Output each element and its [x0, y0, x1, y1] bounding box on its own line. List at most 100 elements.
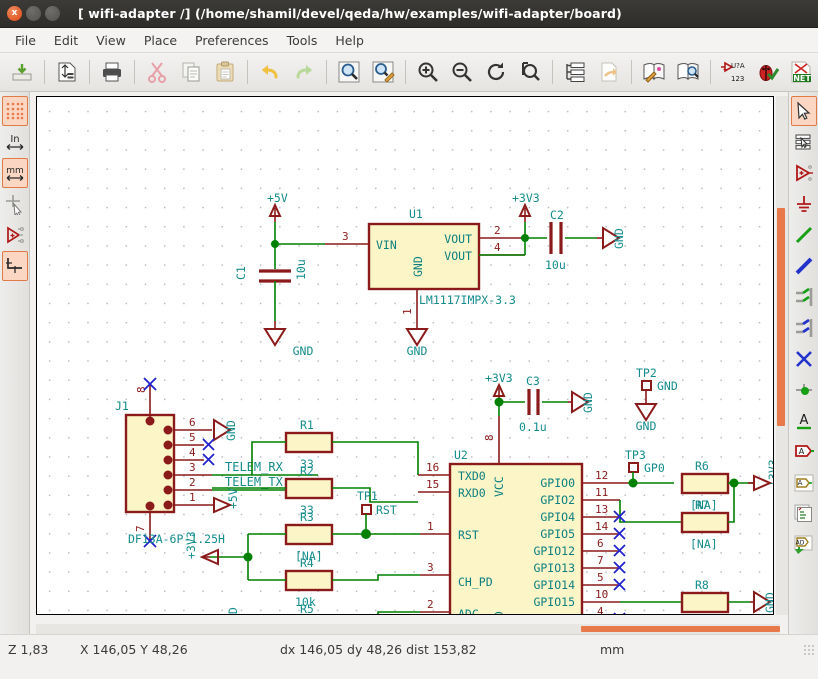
svg-text:4: 4: [597, 605, 604, 615]
svg-text:R2: R2: [300, 464, 314, 478]
svg-text:15: 15: [426, 478, 439, 491]
units-inches-button[interactable]: In: [2, 127, 28, 157]
svg-text:TP1: TP1: [357, 489, 378, 503]
units-millimeters-button[interactable]: mm: [1, 158, 28, 188]
place-wire-tool[interactable]: [791, 220, 817, 250]
svg-text:VCC: VCC: [492, 476, 506, 497]
menu-place[interactable]: Place: [135, 30, 186, 51]
place-bus-tool[interactable]: [791, 251, 817, 281]
wire-orientation-button[interactable]: [1, 251, 28, 281]
save-button[interactable]: [7, 57, 37, 87]
place-hier-label-tool[interactable]: A: [791, 468, 817, 498]
schematic-canvas-area[interactable]: +5V 3 C1 10u GND U1 VIN VOUT VOUT GND LM…: [30, 92, 788, 634]
svg-text:3: 3: [189, 461, 196, 474]
place-sheet-tool[interactable]: [791, 499, 817, 529]
svg-text:VOUT: VOUT: [444, 232, 472, 246]
status-bar: Z 1,83 X 146,05 Y 48,26 dx 146,05 dy 48,…: [0, 634, 818, 664]
zoom-area-button[interactable]: [515, 57, 545, 87]
undo-button[interactable]: [255, 57, 285, 87]
zoom-in-button[interactable]: [413, 57, 443, 87]
library-browser-button[interactable]: [673, 57, 703, 87]
svg-text:VOUT: VOUT: [444, 249, 472, 263]
import-sheet-pin-tool[interactable]: AD: [791, 530, 817, 560]
find-replace-button[interactable]: [368, 57, 398, 87]
svg-text:+3V3: +3V3: [485, 371, 513, 385]
svg-text:2: 2: [427, 598, 434, 611]
select-tool[interactable]: [790, 96, 817, 126]
horizontal-scrollbar-thumb[interactable]: [581, 626, 780, 632]
svg-text:DF13A-6P-1.25H: DF13A-6P-1.25H: [128, 532, 225, 546]
place-bus-to-bus-tool[interactable]: [791, 313, 817, 343]
svg-text:4: 4: [189, 446, 196, 459]
svg-text:14: 14: [595, 520, 609, 533]
netlist-button[interactable]: NET: [786, 57, 816, 87]
svg-text:R6: R6: [695, 459, 709, 473]
status-units: mm: [600, 642, 625, 657]
menu-tools[interactable]: Tools: [278, 30, 327, 51]
toolbar-separator: [710, 60, 711, 84]
window-maximize-button[interactable]: [45, 6, 60, 21]
hierarchy-button[interactable]: [560, 57, 590, 87]
svg-text:J1: J1: [115, 399, 129, 413]
place-net-label-tool[interactable]: A: [791, 406, 817, 436]
leave-sheet-button[interactable]: [594, 57, 624, 87]
place-junction-tool[interactable]: [791, 375, 817, 405]
svg-text:GPIO14: GPIO14: [533, 578, 575, 592]
svg-text:10u: 10u: [294, 259, 308, 280]
place-ground-port-tool[interactable]: [791, 189, 817, 219]
toggle-grid-button[interactable]: [1, 96, 28, 126]
zoom-out-button[interactable]: [447, 57, 477, 87]
svg-text:R1: R1: [300, 418, 314, 432]
svg-text:R8: R8: [695, 578, 709, 592]
svg-text:R4: R4: [300, 556, 314, 570]
vertical-scrollbar[interactable]: [776, 96, 788, 615]
menu-view[interactable]: View: [87, 30, 135, 51]
svg-text:GND: GND: [407, 344, 428, 358]
place-wire-to-bus-tool[interactable]: [791, 282, 817, 312]
svg-text:16: 16: [426, 461, 439, 474]
window-minimize-button[interactable]: [26, 6, 41, 21]
menu-help[interactable]: Help: [326, 30, 373, 51]
schematic-canvas[interactable]: +5V 3 C1 10u GND U1 VIN VOUT VOUT GND LM…: [36, 96, 774, 615]
menu-preferences[interactable]: Preferences: [186, 30, 278, 51]
svg-text:+3V3: +3V3: [184, 531, 198, 559]
svg-text:GND: GND: [226, 607, 240, 615]
redraw-button[interactable]: [481, 57, 511, 87]
horizontal-scrollbar[interactable]: [36, 624, 780, 634]
svg-text:GPIO4: GPIO4: [540, 510, 575, 524]
svg-text:TELEM_TX: TELEM_TX: [225, 475, 284, 489]
vertical-scrollbar-thumb[interactable]: [777, 208, 785, 426]
svg-text:[NA]: [NA]: [690, 537, 718, 551]
window-close-button[interactable]: x: [7, 6, 22, 21]
svg-text:C1: C1: [234, 266, 248, 280]
copy-button[interactable]: [176, 57, 206, 87]
menu-edit[interactable]: Edit: [45, 30, 87, 51]
svg-text:RST: RST: [458, 528, 479, 542]
place-no-connect-tool[interactable]: [791, 344, 817, 374]
svg-text:1: 1: [427, 520, 434, 533]
place-power-port-tool[interactable]: [791, 158, 817, 188]
cut-button[interactable]: [142, 57, 172, 87]
place-global-label-tool[interactable]: A: [791, 437, 817, 467]
show-hidden-pins-button[interactable]: [2, 220, 28, 250]
svg-text:A: A: [798, 447, 804, 456]
svg-text:3: 3: [427, 561, 434, 574]
menu-file[interactable]: File: [6, 30, 45, 51]
find-button[interactable]: [334, 57, 364, 87]
print-button[interactable]: [97, 57, 127, 87]
library-editor-button[interactable]: [639, 57, 669, 87]
highlight-net-tool[interactable]: [791, 127, 817, 157]
cursor-shape-button[interactable]: [2, 189, 28, 219]
paste-button[interactable]: [210, 57, 240, 87]
erc-button[interactable]: [752, 57, 782, 87]
resize-grip[interactable]: [803, 643, 815, 656]
page-settings-button[interactable]: [52, 57, 82, 87]
svg-text:10: 10: [595, 588, 608, 601]
svg-text:GND: GND: [612, 228, 626, 249]
redo-button[interactable]: [289, 57, 319, 87]
svg-text:A: A: [797, 479, 802, 487]
svg-text:8: 8: [483, 434, 496, 441]
window-title: [ wifi-adapter /] (/home/shamil/devel/qe…: [78, 6, 622, 21]
svg-text:GPIO12: GPIO12: [533, 544, 575, 558]
annotate-button[interactable]: U?A 123: [718, 57, 748, 87]
